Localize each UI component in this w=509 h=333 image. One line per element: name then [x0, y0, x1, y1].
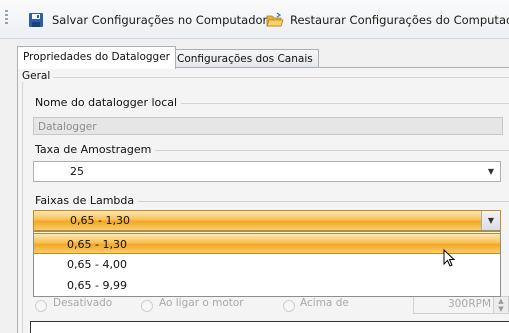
sampling-rate-label: Taxa de Amostragem [35, 143, 156, 156]
lambda-option-label: 0,65 - 1,30 [67, 238, 127, 251]
toolbar: Salvar Configurações no Computador Resta… [0, 0, 509, 39]
toolbar-grip[interactable] [5, 10, 8, 26]
option-disabled-label: Desativado [53, 297, 113, 309]
rpm-value: 300 [447, 298, 468, 310]
lambda-option-label: 0,65 - 9,99 [67, 279, 127, 292]
lambda-option-label: 0,65 - 4,00 [67, 258, 127, 271]
name-label: Nome do datalogger local [35, 96, 182, 109]
rpm-spin-buttons[interactable]: ▲ ▼ [493, 297, 508, 313]
lambda-range-label: Faixas de Lambda [35, 194, 139, 207]
rpm-stepper[interactable]: 300 RPM ▲ ▼ [413, 296, 509, 314]
restore-config-button[interactable]: Restaurar Configurações do Computador [266, 10, 509, 30]
datalogger-name-field: Datalogger [33, 117, 503, 135]
save-config-button[interactable]: Salvar Configurações no Computador [28, 10, 267, 30]
tab-channel-settings[interactable]: Configurações dos Canais [171, 49, 319, 68]
tab-datalogger-properties[interactable]: Propriedades do Datalogger [17, 46, 176, 69]
lambda-range-dropdown: 0,65 - 1,30 0,65 - 4,00 0,65 - 9,99 [33, 231, 501, 297]
radio-disabled[interactable] [35, 300, 47, 312]
lambda-range-value: 0,65 - 1,30 [70, 214, 130, 227]
radio-above[interactable] [283, 300, 295, 312]
chevron-down-icon[interactable]: ▼ [481, 211, 500, 230]
lambda-option[interactable]: 0,65 - 1,30 [34, 233, 500, 254]
lambda-option[interactable]: 0,65 - 4,00 [34, 254, 500, 275]
radio-on-engine-start[interactable] [141, 300, 153, 312]
lambda-range-select[interactable]: 0,65 - 1,30 ▼ [33, 210, 501, 231]
save-config-label: Salvar Configurações no Computador [52, 13, 268, 27]
option-engine-start-label: Ao ligar o motor [159, 297, 244, 309]
general-group-title: Geral [22, 70, 54, 82]
bottom-panel [30, 321, 509, 333]
option-above-label: Acima de [300, 297, 349, 309]
chevron-down-icon[interactable]: ▼ [482, 162, 500, 181]
sampling-rate-select[interactable]: 25 ▼ [33, 161, 501, 182]
engine-trigger-row: Desativado Ao ligar o motor Acima de 300… [35, 296, 509, 316]
mouse-pointer-icon [443, 248, 459, 269]
sampling-rate-value: 25 [70, 165, 84, 178]
open-folder-icon [266, 12, 284, 28]
sampling-rate-swatch [36, 164, 62, 179]
rpm-unit: RPM [468, 298, 491, 310]
restore-config-label: Restaurar Configurações do Computador [290, 13, 509, 27]
floppy-disk-icon [28, 12, 44, 28]
lambda-option[interactable]: 0,65 - 9,99 [34, 275, 500, 296]
